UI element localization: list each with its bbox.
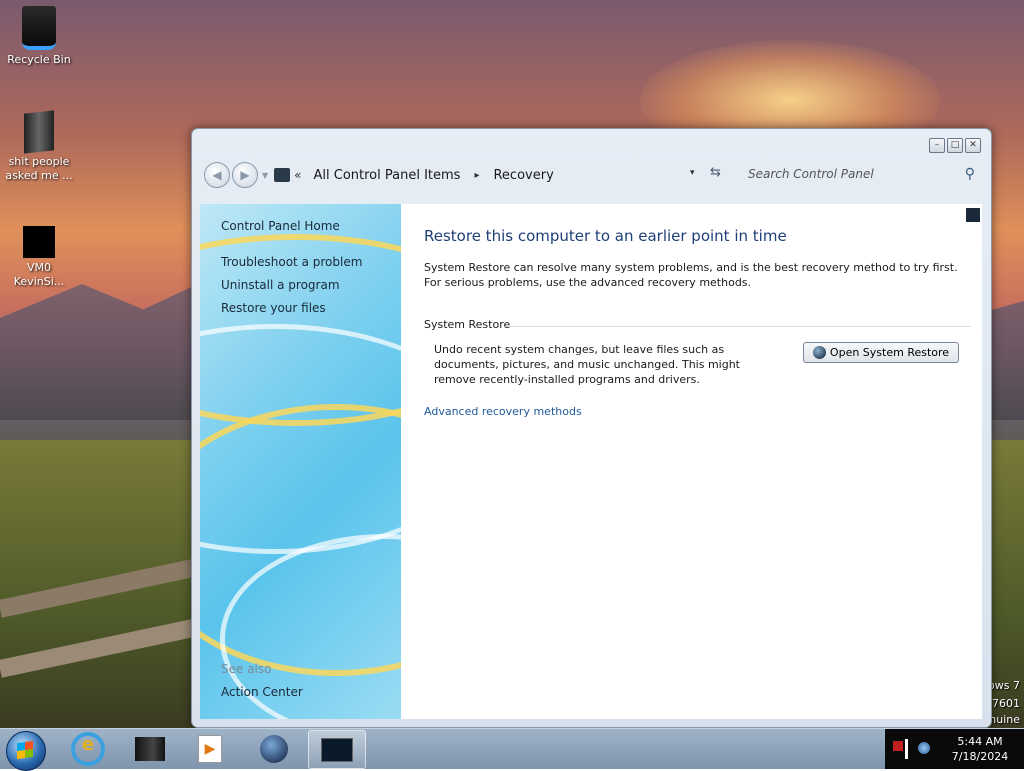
button-label: Open System Restore (829, 346, 950, 359)
back-button[interactable]: ◀ (204, 162, 230, 188)
file-icon (24, 110, 54, 154)
refresh-icon[interactable]: ⇆ (710, 165, 721, 180)
breadcrumb-overflow[interactable]: « (294, 168, 301, 182)
taskbar-folder[interactable] (122, 730, 178, 767)
recent-pages-dropdown[interactable]: ▼ (262, 171, 268, 180)
folder-icon (135, 736, 165, 761)
forward-button[interactable]: ▶ (232, 162, 258, 188)
see-also-heading: See also (221, 662, 272, 676)
recycle-bin-icon (22, 6, 56, 50)
window-controls: – □ ✕ (929, 138, 981, 153)
background-swirl (200, 324, 401, 554)
section-title: System Restore (424, 318, 511, 331)
control-panel-home-link[interactable]: Control Panel Home (221, 219, 340, 233)
advanced-recovery-link[interactable]: Advanced recovery methods (424, 405, 582, 418)
help-icon[interactable] (966, 208, 980, 222)
action-center-flag-icon[interactable] (893, 741, 903, 751)
system-restore-icon (812, 346, 826, 359)
internet-explorer-icon: e (71, 731, 105, 766)
clock-date: 7/18/2024 (951, 750, 1009, 763)
tray-volume-icon[interactable] (905, 739, 908, 759)
desktop-icon-label: VM0 (26, 261, 51, 274)
desktop-icon-label: asked me ... (5, 169, 73, 182)
desktop-icon-vm[interactable]: VM0 KevinSi... (1, 220, 77, 289)
address-dropdown[interactable]: ▾ (690, 168, 695, 178)
breadcrumb-separator[interactable]: ▸ (474, 170, 479, 181)
maximize-button[interactable]: □ (947, 138, 963, 153)
windows-watermark: nuine (989, 713, 1020, 726)
arrow-right-icon: ▶ (240, 168, 250, 182)
search-input[interactable]: Search Control Panel ⚲ (746, 163, 979, 185)
control-panel-icon (274, 168, 291, 182)
windows-watermark: 7601 (992, 697, 1020, 710)
section-divider (507, 326, 971, 327)
system-tray: 5:44 AM 7/18/2024 (885, 729, 1024, 769)
clock-time: 5:44 AM (957, 735, 1003, 748)
task-pane: Control Panel Home Troubleshoot a proble… (200, 204, 401, 719)
control-panel-icon (321, 737, 353, 762)
desktop-icon-label: Recycle Bin (7, 53, 71, 66)
arrow-left-icon: ◀ (212, 168, 222, 182)
breadcrumb-recovery[interactable]: Recovery (493, 168, 553, 183)
action-center-link[interactable]: Action Center (221, 685, 303, 699)
recovery-content: Restore this computer to an earlier poin… (401, 204, 982, 719)
minimize-button[interactable]: – (929, 138, 945, 153)
windows-watermark: ows 7 (988, 679, 1020, 692)
media-player-icon: ▶ (198, 734, 222, 763)
clock[interactable]: 5:44 AM 7/18/2024 (940, 734, 1020, 764)
troubleshoot-link[interactable]: Troubleshoot a problem (221, 255, 362, 269)
start-button[interactable] (6, 731, 46, 771)
desktop-icon-file[interactable]: shit people asked me ... (1, 110, 77, 183)
taskbar-globe[interactable] (246, 730, 302, 767)
taskbar: e ▶ 5:44 AM 7/18/2024 (0, 728, 1024, 771)
breadcrumb-all-control-panel-items[interactable]: All Control Panel Items (314, 168, 461, 183)
globe-icon (260, 734, 288, 763)
taskbar-media-player[interactable]: ▶ (182, 730, 238, 767)
taskbar-control-panel[interactable] (308, 730, 366, 769)
open-system-restore-button[interactable]: Open System Restore (803, 342, 959, 363)
address-bar: ◀ ▶ ▼ « All Control Panel Items ▸ Recove… (204, 160, 981, 190)
restore-files-link[interactable]: Restore your files (221, 301, 326, 315)
page-description: System Restore can resolve many system p… (424, 261, 958, 289)
network-icon[interactable] (918, 742, 930, 754)
control-panel-window: – □ ✕ ◀ ▶ ▼ « All Control Panel Items ▸ … (191, 128, 992, 728)
taskbar-internet-explorer[interactable]: e (60, 730, 116, 767)
section-description: Undo recent system changes, but leave fi… (434, 343, 740, 386)
search-placeholder: Search Control Panel (748, 167, 874, 181)
page-title: Restore this computer to an earlier poin… (424, 227, 787, 245)
desktop-icon-label: shit people (8, 155, 70, 168)
close-button[interactable]: ✕ (965, 138, 981, 153)
desktop-icon-label: KevinSi... (13, 275, 65, 288)
vm-icon (23, 220, 61, 258)
search-icon[interactable]: ⚲ (965, 166, 975, 182)
desktop-icon-recycle-bin[interactable]: Recycle Bin (1, 6, 77, 67)
uninstall-program-link[interactable]: Uninstall a program (221, 278, 340, 292)
